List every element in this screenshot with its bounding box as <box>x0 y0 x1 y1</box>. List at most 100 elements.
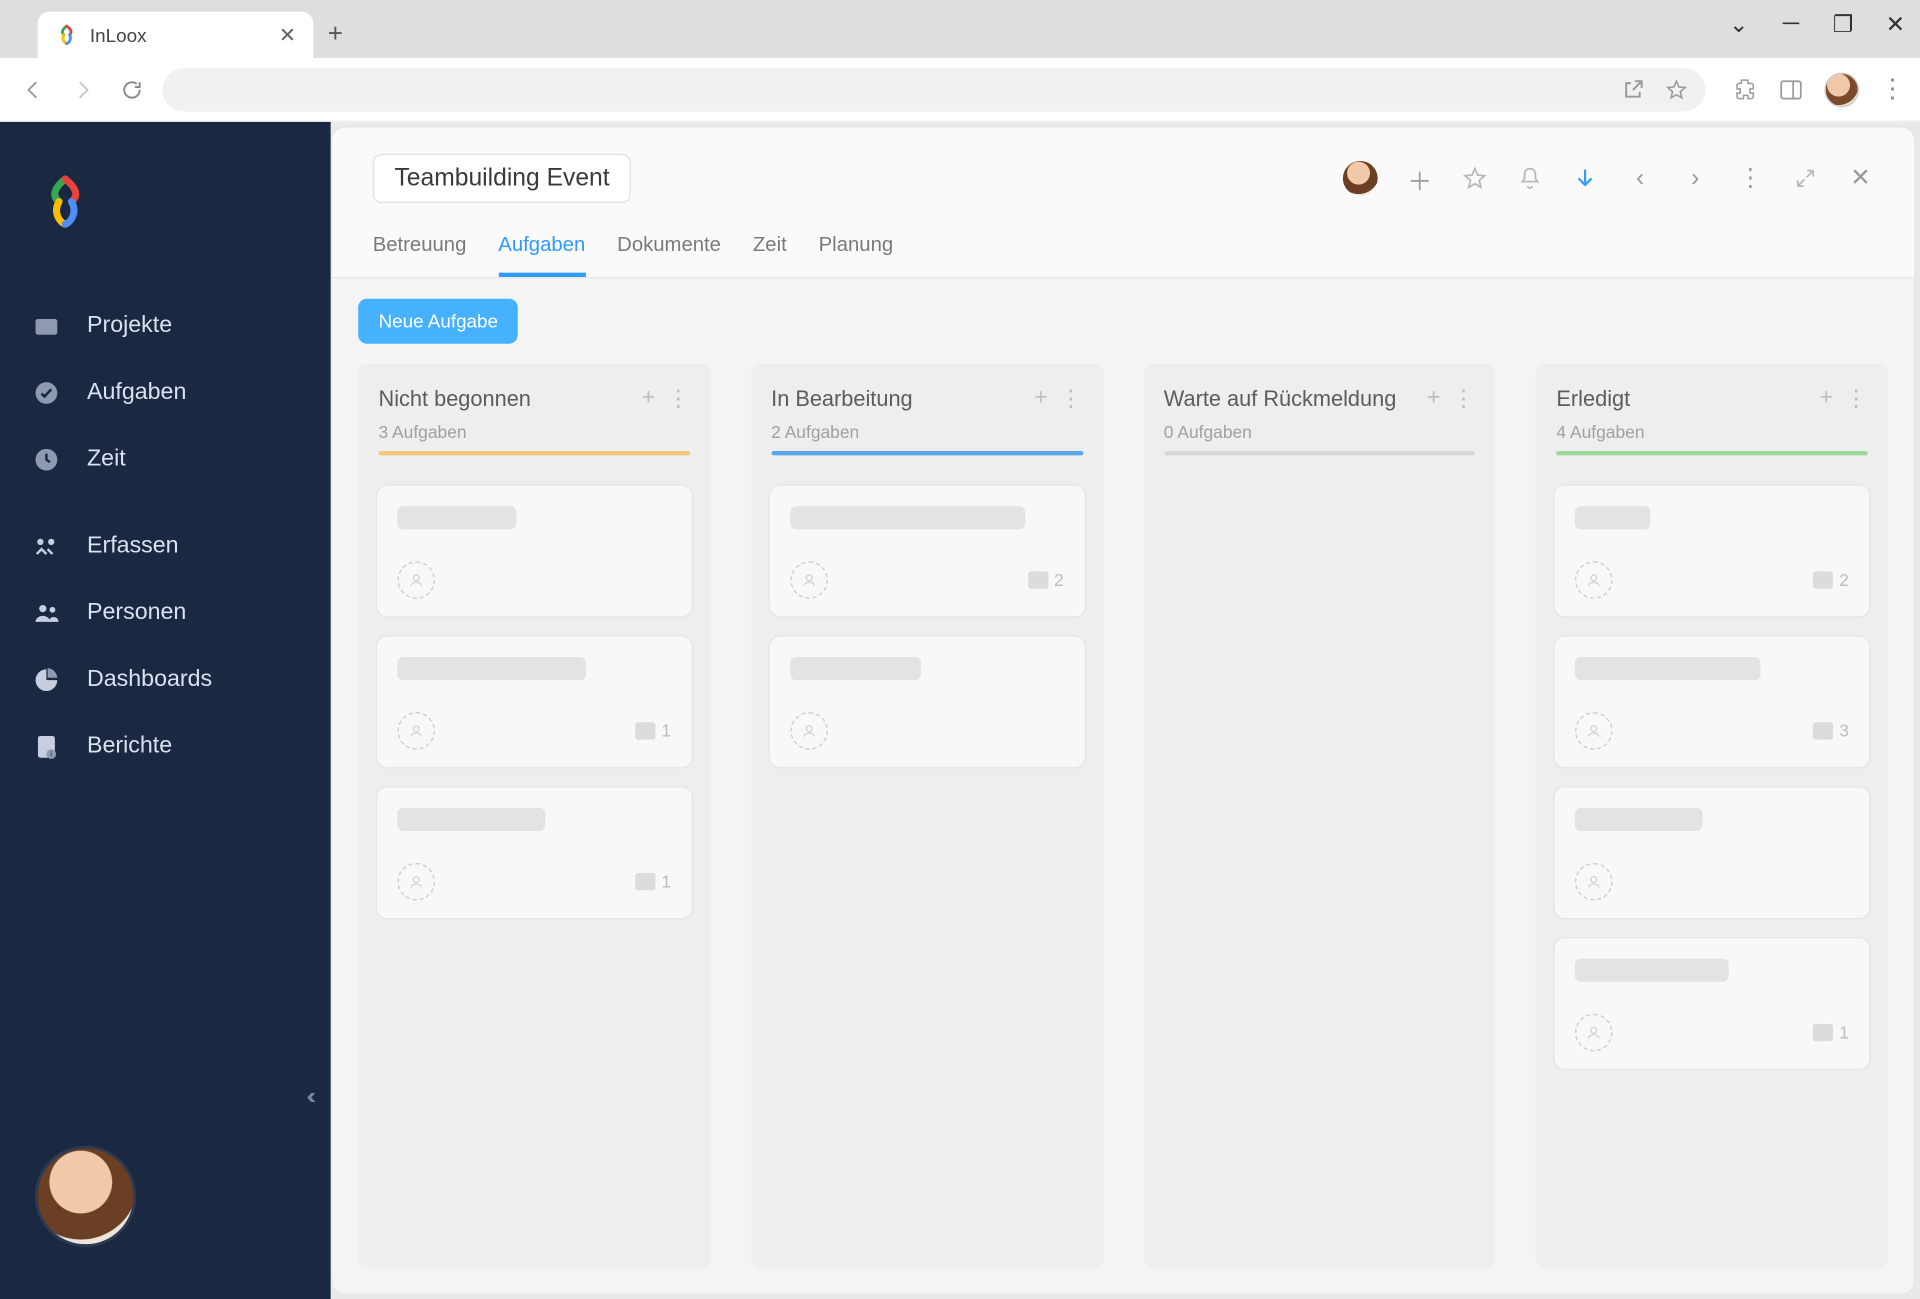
tab-betreuung[interactable]: Betreuung <box>373 223 467 277</box>
extensions-icon[interactable] <box>1732 76 1758 102</box>
new-task-button[interactable]: Neue Aufgabe <box>358 299 518 344</box>
column-add-icon[interactable]: + <box>1427 386 1441 412</box>
assignee-placeholder-icon[interactable] <box>397 863 435 901</box>
tab-planung[interactable]: Planung <box>819 223 894 277</box>
project-main: Teambuilding Event ＋ ‹ <box>331 126 1916 1295</box>
collapse-panel-icon[interactable] <box>1792 165 1818 191</box>
browser-tab[interactable]: InLoox ✕ <box>38 12 314 58</box>
task-card[interactable]: 1 <box>1554 937 1871 1070</box>
column-menu-icon[interactable]: ⋮ <box>1452 384 1475 413</box>
prev-arrow-icon[interactable]: ‹ <box>1627 165 1653 191</box>
task-card[interactable]: 1 <box>376 786 693 919</box>
download-arrow-icon[interactable] <box>1572 165 1598 191</box>
task-card[interactable] <box>1554 786 1871 919</box>
tab-zeit[interactable]: Zeit <box>753 223 787 277</box>
column-menu-icon[interactable]: ⋮ <box>1845 384 1868 413</box>
sidebar-item-personen[interactable]: Personen <box>0 580 331 647</box>
column-color-bar <box>771 451 1082 455</box>
capture-icon <box>29 529 64 564</box>
kanban-board: Nicht begonnen + ⋮ 3 Aufgaben 1 <box>332 364 1914 1294</box>
column-count: 3 Aufgaben <box>379 422 690 442</box>
nav-back-icon[interactable] <box>15 70 53 108</box>
app-logo-icon <box>41 174 90 229</box>
url-field[interactable] <box>162 67 1705 111</box>
notification-bell-icon[interactable] <box>1517 165 1543 191</box>
sidepanel-icon[interactable] <box>1778 76 1804 102</box>
column-add-icon[interactable]: + <box>1034 386 1048 412</box>
task-card[interactable]: 1 <box>376 635 693 768</box>
bookmark-star-icon[interactable] <box>1665 78 1688 101</box>
assignee-placeholder-icon[interactable] <box>790 712 828 750</box>
chevron-down-icon[interactable]: ⌄ <box>1726 12 1752 38</box>
window-close-icon[interactable]: ✕ <box>1882 12 1908 38</box>
comment-count: 2 <box>1813 570 1849 590</box>
assignee-placeholder-icon[interactable] <box>397 561 435 599</box>
sidebar-item-label: Dashboards <box>87 667 212 693</box>
sidebar-item-berichte[interactable]: i Berichte <box>0 713 331 780</box>
assignee-placeholder-icon[interactable] <box>1575 561 1613 599</box>
sidebar-user-avatar[interactable] <box>35 1146 137 1248</box>
comment-icon <box>1813 722 1833 739</box>
assignee-placeholder-icon[interactable] <box>790 561 828 599</box>
folder-icon <box>29 309 64 344</box>
tab-favicon-icon <box>55 23 78 46</box>
comment-icon <box>1028 571 1048 588</box>
column-add-icon[interactable]: + <box>642 386 656 412</box>
favorite-star-icon[interactable] <box>1462 165 1488 191</box>
assignee-placeholder-icon[interactable] <box>1575 712 1613 750</box>
task-card[interactable]: 2 <box>1554 484 1871 617</box>
sidebar-item-projekte[interactable]: Projekte <box>0 293 331 360</box>
sidebar-item-label: Zeit <box>87 447 126 473</box>
sidebar-item-erfassen[interactable]: Erfassen <box>0 513 331 580</box>
window-maximize-icon[interactable]: ❐ <box>1830 12 1856 38</box>
nav-forward-icon[interactable] <box>64 70 102 108</box>
task-card[interactable]: 2 <box>768 484 1085 617</box>
share-icon[interactable] <box>1621 78 1644 101</box>
column-count: 4 Aufgaben <box>1556 422 1867 442</box>
task-card[interactable] <box>768 635 1085 768</box>
column-menu-icon[interactable]: ⋮ <box>1059 384 1082 413</box>
close-panel-icon[interactable]: ✕ <box>1848 165 1874 191</box>
add-member-icon[interactable]: ＋ <box>1407 165 1433 191</box>
member-avatar[interactable] <box>1343 161 1378 196</box>
comment-icon <box>1813 571 1833 588</box>
window-minimize-icon[interactable]: ─ <box>1778 12 1804 38</box>
comment-count: 1 <box>1813 1022 1849 1042</box>
new-tab-button[interactable]: + <box>328 19 343 49</box>
column-add-icon[interactable]: + <box>1820 386 1834 412</box>
tab-close-icon[interactable]: ✕ <box>279 22 296 47</box>
column-title: Erledigt <box>1556 386 1807 411</box>
tab-dokumente[interactable]: Dokumente <box>617 223 721 277</box>
browser-profile-avatar[interactable] <box>1824 72 1859 107</box>
project-title[interactable]: Teambuilding Event <box>373 154 632 203</box>
tab-aufgaben[interactable]: Aufgaben <box>498 223 585 277</box>
column-color-bar <box>379 451 690 455</box>
sidebar-item-label: Projekte <box>87 313 172 339</box>
next-arrow-icon[interactable]: › <box>1682 165 1708 191</box>
assignee-placeholder-icon[interactable] <box>397 712 435 750</box>
browser-menu-icon[interactable]: ⋮ <box>1879 74 1905 104</box>
column-title: Nicht begonnen <box>379 386 630 411</box>
comment-icon <box>635 873 655 890</box>
sidebar-item-label: Aufgaben <box>87 380 186 406</box>
comment-count: 2 <box>1028 570 1064 590</box>
sidebar-collapse-icon[interactable]: ‹‹ <box>306 1085 310 1111</box>
browser-tabstrip: InLoox ✕ + ⌄ ─ ❐ ✕ <box>0 0 1920 58</box>
sidebar-item-label: Personen <box>87 600 186 626</box>
nav-reload-icon[interactable] <box>113 70 151 108</box>
task-card[interactable]: 3 <box>1554 635 1871 768</box>
task-card[interactable] <box>376 484 693 617</box>
assignee-placeholder-icon[interactable] <box>1575 1014 1613 1052</box>
browser-toolbar: ⋮ <box>0 58 1920 122</box>
more-menu-icon[interactable]: ⋮ <box>1737 165 1763 191</box>
sidebar-item-dashboards[interactable]: Dashboards <box>0 647 331 714</box>
sidebar-item-zeit[interactable]: Zeit <box>0 426 331 493</box>
kanban-column: Warte auf Rückmeldung + ⋮ 0 Aufgaben <box>1143 364 1495 1267</box>
sidebar-item-aufgaben[interactable]: Aufgaben <box>0 360 331 427</box>
comment-icon <box>635 722 655 739</box>
column-menu-icon[interactable]: ⋮ <box>667 384 690 413</box>
task-title-placeholder <box>397 506 516 529</box>
kanban-column: Nicht begonnen + ⋮ 3 Aufgaben 1 <box>358 364 710 1267</box>
assignee-placeholder-icon[interactable] <box>1575 863 1613 901</box>
people-icon <box>29 596 64 631</box>
